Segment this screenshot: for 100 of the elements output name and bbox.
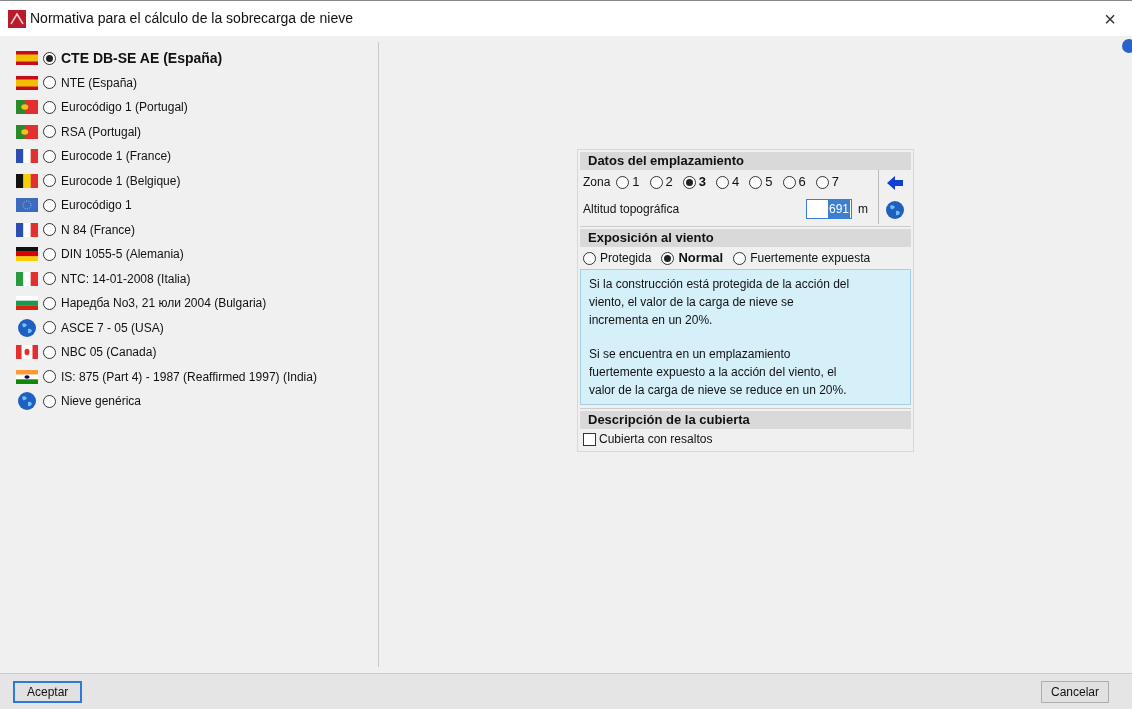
flag-icon — [16, 296, 38, 311]
flag-icon — [16, 345, 38, 360]
radio-button[interactable] — [43, 394, 56, 408]
option-label: NTC: 14-01-2008 (Italia) — [61, 270, 191, 288]
option-label: NTE (España) — [61, 74, 138, 92]
radio-button[interactable] — [733, 251, 747, 265]
radio-button[interactable] — [661, 251, 675, 265]
zone-option[interactable]: 5 — [749, 172, 773, 192]
zone-option[interactable]: 7 — [815, 172, 839, 192]
code-option[interactable]: Eurocódigo 1 — [16, 193, 378, 218]
option-label: Eurocódigo 1 (Portugal) — [61, 99, 188, 117]
option-label: N 84 (France) — [61, 221, 136, 239]
checkbox-label: Cubierta con resaltos — [599, 431, 713, 448]
info-text: Si la construcción está protegida de la acción del viento, el valor de la carga de nieve se incrementa en un 20%. — [589, 276, 851, 329]
code-option[interactable]: Eurocódigo 1 (Portugal) — [16, 95, 378, 120]
flag-icon — [16, 100, 38, 115]
cancel-button[interactable]: Cancelar — [1040, 680, 1109, 703]
exposure-option[interactable]: Fuertemente expuesta — [733, 249, 871, 267]
exposure-option[interactable]: Protegida — [583, 249, 652, 267]
zone-option[interactable]: 4 — [716, 172, 740, 192]
roof-checkbox-row[interactable]: Cubierta con resaltos — [580, 429, 911, 449]
flag-icon — [16, 51, 38, 66]
radio-button[interactable] — [682, 175, 696, 189]
radio-button[interactable] — [43, 125, 56, 139]
close-button[interactable]: × — [1096, 8, 1124, 29]
code-option[interactable]: DIN 1055-5 (Alemania) — [16, 242, 378, 267]
code-option[interactable]: Eurocode 1 (Belgique) — [16, 168, 378, 193]
code-option[interactable]: ASCE 7 - 05 (USA) — [16, 315, 378, 340]
app-icon — [8, 9, 26, 28]
zone-label: Zona — [583, 174, 611, 191]
info-text: Si se encuentra en un emplazamiento fuertemente expuesto a la acción del viento, el valor de la carga de nieve se reduce en un 20%. — [589, 346, 848, 399]
flag-icon — [16, 271, 38, 286]
radio-button[interactable] — [716, 175, 730, 189]
radio-button[interactable] — [43, 247, 56, 261]
radio-button[interactable] — [43, 198, 56, 212]
option-label: Eurocódigo 1 — [61, 197, 132, 215]
code-option[interactable]: NBC 05 (Canada) — [16, 340, 378, 365]
globe-icon — [17, 317, 37, 338]
code-option[interactable]: Наредба No3, 21 юли 2004 (Bulgaria) — [16, 291, 378, 316]
option-label: Eurocode 1 (Belgique) — [61, 172, 181, 190]
exposure-option[interactable]: Normal — [661, 248, 724, 268]
radio-button[interactable] — [43, 345, 56, 359]
checkbox[interactable] — [583, 432, 596, 446]
option-label: DIN 1055-5 (Alemania) — [61, 246, 184, 264]
radio-button[interactable] — [43, 223, 56, 237]
radio-button[interactable] — [43, 272, 56, 286]
arrow-left-icon[interactable] — [886, 174, 904, 191]
altitude-field[interactable]: 691 — [806, 199, 852, 219]
code-option[interactable]: Nieve genérica — [16, 389, 378, 414]
option-label: Наредба No3, 21 юли 2004 (Bulgaria) — [61, 295, 267, 313]
flag-icon — [16, 173, 38, 188]
code-option[interactable]: RSA (Portugal) — [16, 119, 378, 144]
flag-icon — [16, 149, 38, 164]
code-option[interactable]: NTC: 14-01-2008 (Italia) — [16, 266, 378, 291]
option-label: IS: 875 (Part 4) - 1987 (Reaffirmed 1997) (India) — [61, 368, 317, 386]
flag-icon — [16, 247, 38, 262]
option-label: Eurocode 1 (France) — [61, 148, 172, 166]
zone-option[interactable]: 3 — [682, 172, 707, 192]
radio-button[interactable] — [782, 175, 796, 189]
window-title: Normativa para el cálculo de la sobrecarga de nieve — [30, 9, 353, 28]
section-header: Descripción de la cubierta — [580, 411, 911, 429]
radio-button[interactable] — [649, 175, 663, 189]
option-label: RSA (Portugal) — [61, 123, 142, 141]
code-option[interactable]: IS: 875 (Part 4) - 1987 (Reaffirmed 1997) (India) — [16, 364, 378, 389]
radio-button[interactable] — [43, 370, 56, 384]
globe-icon — [17, 391, 37, 412]
flag-icon — [16, 124, 38, 139]
section-header: Datos del emplazamiento — [580, 152, 911, 170]
zone-option[interactable]: 2 — [649, 172, 673, 192]
code-option[interactable]: CTE DB-SE AE (España) — [16, 46, 378, 71]
altitude-label: Altitud topográfica — [583, 201, 681, 218]
option-label: ASCE 7 - 05 (USA) — [61, 319, 164, 337]
radio-button[interactable] — [43, 296, 56, 310]
globe-icon — [885, 199, 905, 220]
flag-icon — [16, 369, 38, 384]
option-label: Nieve genérica — [61, 393, 142, 411]
zone-option[interactable]: 6 — [782, 172, 806, 192]
flag-icon — [16, 75, 38, 90]
radio-button[interactable] — [43, 321, 56, 335]
radio-button[interactable] — [43, 51, 56, 65]
radio-button[interactable] — [43, 149, 56, 163]
section-header: Exposición al viento — [580, 229, 911, 247]
option-label: CTE DB-SE AE (España) — [61, 48, 223, 68]
zone-option[interactable]: 1 — [616, 172, 640, 192]
code-option[interactable]: Eurocode 1 (France) — [16, 144, 378, 169]
unit-label: m — [858, 201, 868, 218]
flag-icon — [16, 198, 38, 213]
radio-button[interactable] — [749, 175, 763, 189]
option-label: NBC 05 (Canada) — [61, 344, 157, 362]
radio-button[interactable] — [616, 175, 630, 189]
code-option[interactable]: NTE (España) — [16, 70, 378, 95]
radio-button[interactable] — [815, 175, 829, 189]
flag-icon — [16, 222, 38, 237]
radio-button[interactable] — [583, 251, 596, 265]
radio-button[interactable] — [43, 174, 56, 188]
accept-button[interactable]: Aceptar — [13, 680, 83, 703]
globe-button[interactable] — [885, 199, 905, 220]
code-option[interactable]: N 84 (France) — [16, 217, 378, 242]
radio-button[interactable] — [43, 100, 56, 114]
radio-button[interactable] — [43, 76, 56, 90]
